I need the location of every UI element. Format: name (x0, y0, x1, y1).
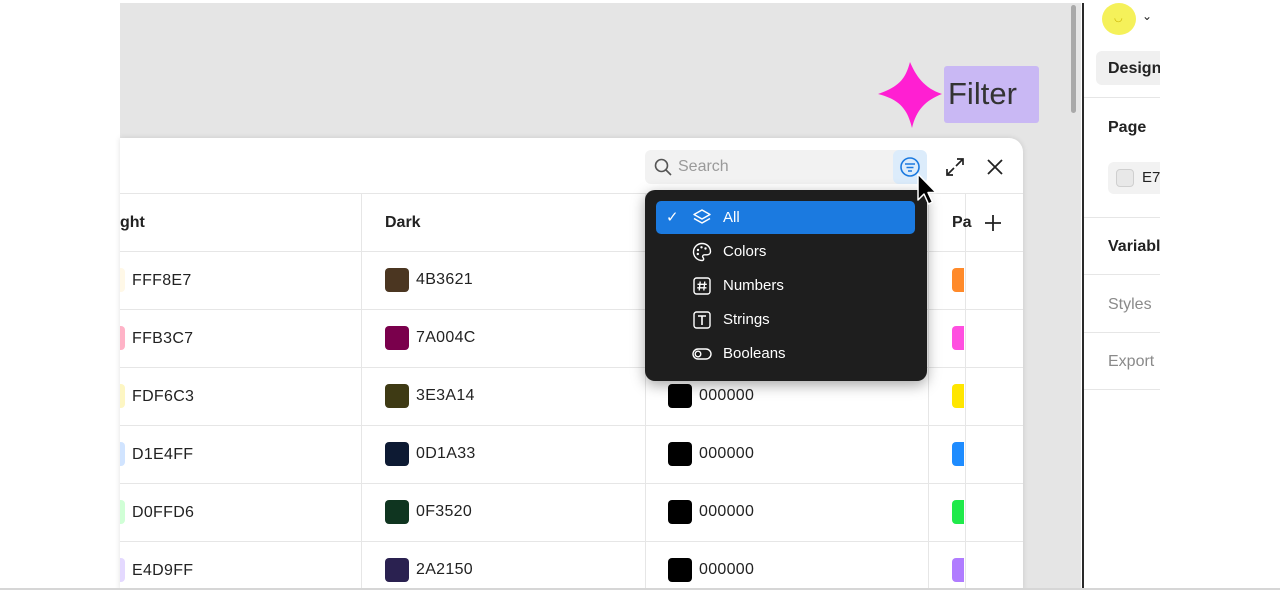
light-value[interactable]: FDF6C3 (132, 388, 194, 406)
column-divider (928, 193, 929, 590)
menu-item-label: All (723, 209, 740, 226)
menu-item-numbers[interactable]: Numbers (656, 269, 915, 302)
canvas-scrollbar[interactable] (1071, 5, 1076, 113)
third-value: 000000 (699, 387, 755, 404)
dark-swatch[interactable] (385, 442, 409, 466)
partial-swatch[interactable] (952, 442, 964, 466)
divider (1084, 97, 1160, 98)
variables-section-title[interactable]: Variabl (1108, 238, 1160, 256)
page-item[interactable]: E7 (1108, 162, 1160, 194)
mouse-cursor-icon (917, 173, 937, 205)
search-placeholder: Search (678, 158, 729, 175)
divider (1084, 332, 1160, 333)
right-panel: ◡ ⌄ Design Page E7 Variabl Styles Export (1084, 3, 1160, 590)
menu-item-colors[interactable]: Colors (656, 235, 915, 268)
partial-swatch[interactable] (952, 384, 964, 408)
page-section-title: Page (1108, 119, 1147, 136)
column-divider (361, 193, 362, 590)
menu-item-all[interactable]: ✓ All (656, 201, 915, 234)
light-swatch[interactable] (120, 558, 125, 582)
divider (1084, 217, 1160, 218)
light-swatch[interactable] (120, 384, 125, 408)
menu-item-label: Strings (723, 311, 770, 328)
expand-icon[interactable] (944, 156, 966, 178)
dark-value: 0F3520 (416, 503, 473, 520)
plus-icon[interactable] (982, 212, 1004, 234)
toggle-icon (692, 348, 712, 360)
light-swatch[interactable] (120, 268, 125, 292)
check-icon: ✓ (666, 209, 679, 226)
close-icon[interactable] (984, 156, 1006, 178)
row-divider (120, 483, 1023, 484)
dark-swatch[interactable] (385, 500, 409, 524)
partial-swatch[interactable] (952, 268, 964, 292)
filter-dropdown-menu: ✓ All Colors Numbers Strings Booleans (645, 190, 927, 381)
light-value[interactable]: E4D9FF (132, 562, 193, 580)
dark-swatch[interactable] (385, 384, 409, 408)
dark-swatch[interactable] (385, 268, 409, 292)
tab-design[interactable]: Design (1096, 51, 1160, 85)
column-header-partial[interactable]: Pa (952, 214, 972, 232)
app-window: ◡ ⌄ Design Page E7 Variabl Styles Export… (0, 0, 1280, 590)
page-item-label: E7 (1142, 169, 1160, 186)
text-icon (693, 311, 711, 329)
light-value[interactable]: D0FFD6 (132, 504, 194, 522)
light-swatch[interactable] (120, 442, 125, 466)
chevron-down-icon[interactable]: ⌄ (1142, 9, 1152, 23)
row-divider (120, 425, 1023, 426)
avatar[interactable]: ◡ (1102, 3, 1136, 35)
layers-icon (693, 209, 711, 224)
column-divider (965, 193, 966, 590)
light-swatch[interactable] (120, 500, 125, 524)
styles-section-title[interactable]: Styles (1108, 296, 1152, 314)
smiley-icon: ◡ (1114, 13, 1123, 24)
export-section-title[interactable]: Export (1108, 353, 1154, 371)
light-value[interactable]: FFB3C7 (132, 330, 193, 348)
search-input[interactable]: Search (645, 150, 925, 184)
third-swatch[interactable] (668, 500, 692, 524)
dark-value: 4B3621 (416, 271, 473, 288)
third-value: 000000 (699, 445, 755, 462)
dark-swatch[interactable] (385, 326, 409, 350)
third-value: 000000 (699, 561, 755, 578)
search-icon (654, 158, 672, 176)
divider (1084, 274, 1160, 275)
partial-swatch[interactable] (952, 326, 964, 350)
dark-value: 7A004C (416, 329, 476, 346)
partial-swatch[interactable] (952, 558, 964, 582)
third-swatch[interactable] (668, 558, 692, 582)
dark-value: 0D1A33 (416, 445, 476, 462)
hash-icon (693, 277, 711, 295)
third-swatch[interactable] (668, 442, 692, 466)
third-value: 000000 (699, 503, 755, 520)
menu-item-label: Numbers (723, 277, 784, 294)
annotation-label: Filter (948, 76, 1017, 111)
dark-value: 2A2150 (416, 561, 473, 578)
divider (1084, 389, 1160, 390)
light-swatch[interactable] (120, 326, 125, 350)
page-swatch (1116, 169, 1134, 187)
dark-value: 3E3A14 (416, 387, 475, 404)
column-header-dark[interactable]: Dark (385, 214, 421, 232)
menu-item-label: Booleans (723, 345, 786, 362)
row-divider (120, 541, 1023, 542)
partial-swatch[interactable] (952, 500, 964, 524)
menu-item-label: Colors (723, 243, 767, 260)
menu-item-booleans[interactable]: Booleans (656, 337, 915, 370)
dark-swatch[interactable] (385, 558, 409, 582)
column-header-light[interactable]: ght (120, 214, 145, 232)
third-swatch[interactable] (668, 384, 692, 408)
light-value[interactable]: D1E4FF (132, 446, 193, 464)
menu-item-strings[interactable]: Strings (656, 303, 915, 336)
sparkle-marker-icon (878, 62, 942, 128)
palette-icon (692, 242, 712, 262)
light-value[interactable]: FFF8E7 (132, 272, 192, 290)
